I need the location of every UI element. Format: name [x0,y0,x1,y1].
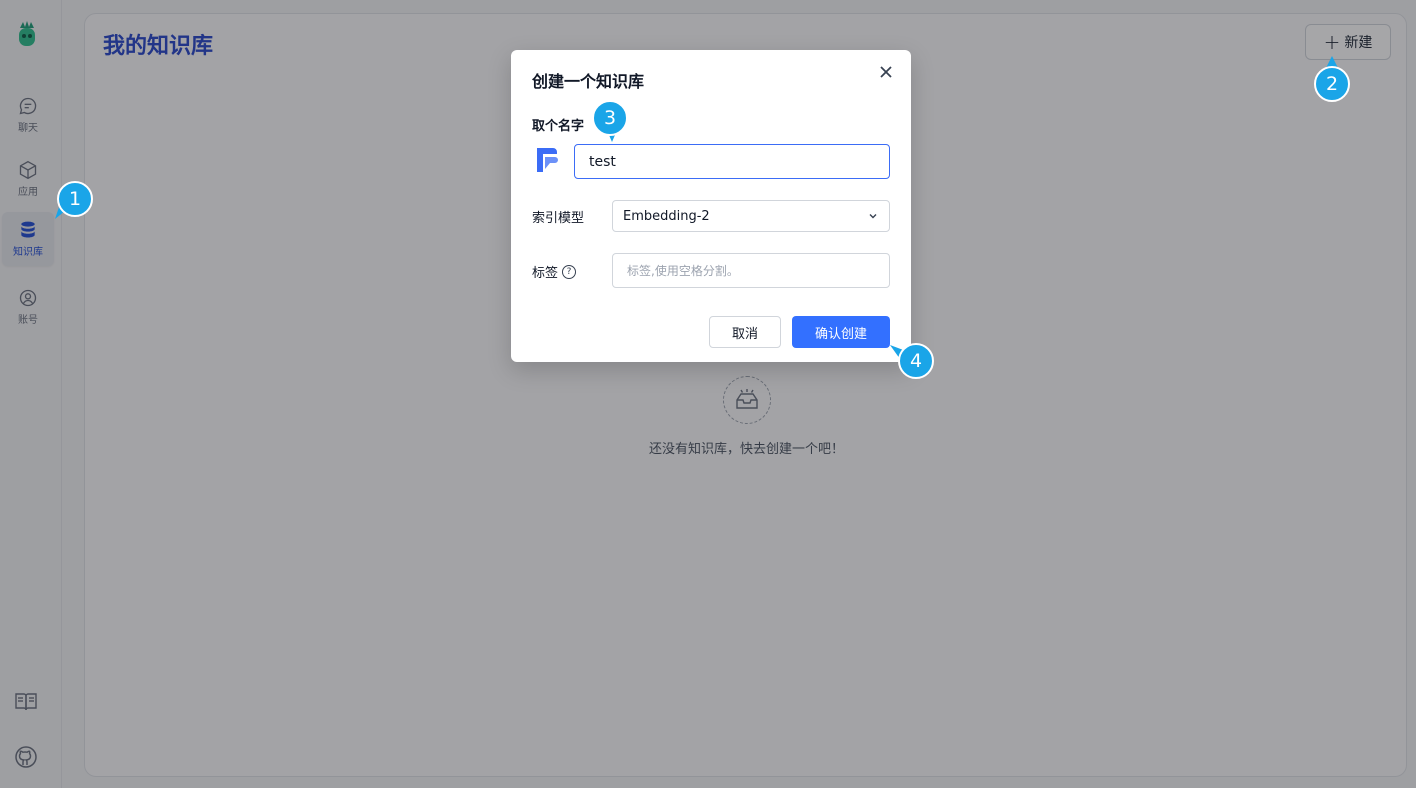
step-marker-2: 2 [1314,56,1350,102]
avatar-upload-icon[interactable] [534,144,560,176]
step-marker-number: 1 [57,181,93,217]
cancel-button[interactable]: 取消 [709,316,781,348]
tag-label-row: 标签 ? [532,262,577,281]
tag-label: 标签 [532,266,559,281]
model-label: 索引模型 [532,211,585,226]
close-icon[interactable] [877,63,895,81]
model-select[interactable]: Embedding-2 [612,200,890,232]
step-marker-number: 2 [1314,66,1350,102]
step-marker-1: 1 [55,181,93,219]
model-select-value: Embedding-2 [623,208,710,224]
chevron-down-icon [869,214,877,219]
create-knowledge-modal: 创建一个知识库 取个名字 索引模型 Embedding-2 标签 ? 取消 确认… [511,50,911,362]
step-marker-number: 3 [592,100,628,136]
modal-title: 创建一个知识库 [532,72,645,91]
question-icon[interactable]: ? [562,264,577,279]
step-marker-3: 3 [592,100,628,142]
confirm-create-button[interactable]: 确认创建 [792,316,890,348]
step-marker-number: 4 [898,343,934,379]
step-marker-4: 4 [890,343,934,379]
name-input[interactable] [574,144,890,179]
tag-input[interactable] [612,253,890,288]
name-label: 取个名字 [532,119,585,134]
